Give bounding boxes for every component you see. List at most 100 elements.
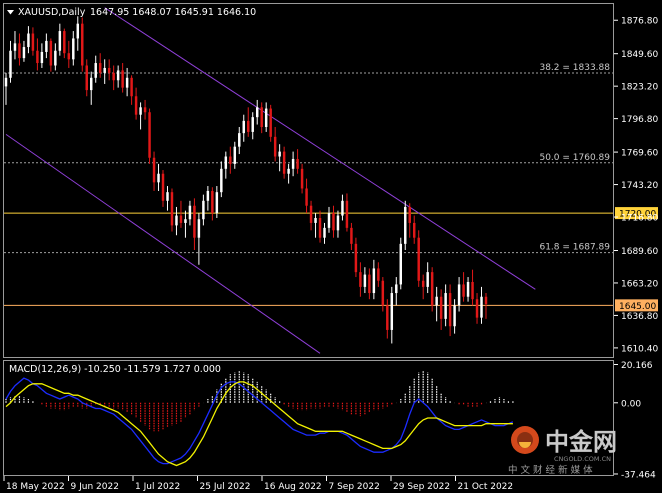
candle-down (354, 243, 358, 273)
candle-up (166, 192, 169, 201)
candle-down (152, 157, 156, 183)
fib-level-label: 38.2 = 1833.88 (539, 63, 610, 73)
candle-down (229, 156, 232, 164)
candle-down (247, 120, 250, 132)
candle-down (368, 274, 371, 294)
fib-level-label: 61.8 = 1687.89 (539, 243, 610, 253)
candle-up (40, 51, 44, 64)
price-tick-label: 1849.60 (621, 50, 658, 60)
candle-up (220, 168, 223, 193)
candle-down (161, 173, 165, 201)
price-chart[interactable]: 38.2 = 1833.88 50.0 = 1760.89 61.8 = 1687.… (0, 0, 662, 493)
candle-up (323, 227, 326, 238)
candle-down (211, 190, 214, 214)
candle-up (233, 146, 237, 164)
time-tick-label: 7 Sep 2022 (329, 482, 380, 492)
candle-down (31, 33, 35, 51)
candle-down (143, 107, 147, 113)
candle-down (148, 112, 151, 158)
candle-up (224, 156, 228, 169)
candle-up (175, 215, 178, 226)
candle-up (157, 173, 160, 183)
candle-up (390, 293, 394, 330)
candle-up (327, 213, 331, 228)
candle-down (345, 200, 349, 228)
macd-plot (5, 370, 514, 467)
brand-domain: CNGOLD.COM.CN (554, 455, 611, 463)
candle-up (54, 50, 57, 66)
candle-up (314, 218, 317, 223)
dropdown-icon[interactable] (7, 10, 14, 15)
time-axis: 18 May 2022 9 Jun 2022 1 Jul 2022 25 Jul 20… (3, 476, 514, 492)
candle-down (350, 227, 353, 244)
candle-up (395, 284, 398, 294)
brand-slogan: 中 文 财 经 新 媒 体 (508, 464, 593, 476)
price-tick-label: 1716.80 (621, 214, 658, 224)
price-tick-label: 1636.80 (621, 312, 658, 322)
price-tick-label: 1610.40 (621, 344, 658, 354)
candle-down (282, 151, 286, 174)
candle-up (399, 243, 402, 285)
candle-down (318, 218, 322, 238)
candle-down (134, 96, 138, 115)
candle-up (341, 200, 344, 216)
candle-down (112, 72, 115, 81)
candle-up (291, 158, 295, 169)
candle-down (421, 280, 425, 287)
time-tick-label: 29 Sep 2022 (393, 482, 450, 492)
candle-down (412, 222, 416, 238)
time-tick-label: 1 Jul 2022 (135, 482, 180, 492)
candle-down (179, 215, 183, 223)
candle-down (296, 158, 299, 169)
price-tick-label: 1823.20 (621, 83, 658, 93)
price-tick-label: 1743.20 (621, 181, 658, 191)
candle-down (260, 107, 263, 127)
time-tick-label: 25 Jul 2022 (200, 482, 251, 492)
level-lines: 38.2 = 1833.88 50.0 = 1760.89 61.8 = 1687.… (4, 63, 658, 312)
price-tick-label: 1769.60 (621, 149, 658, 159)
candle-up (372, 268, 376, 294)
candle-up (215, 192, 219, 214)
candle-up (426, 272, 429, 287)
candle-up (202, 200, 205, 220)
time-tick-label: 16 Aug 2022 (264, 482, 322, 492)
candle-down (359, 272, 362, 287)
channel-upper-line[interactable] (104, 7, 536, 290)
candle-down (448, 293, 452, 327)
channel-lower-line[interactable] (5, 133, 321, 354)
candle-up (103, 67, 106, 73)
fib-level-label: 50.0 = 1760.89 (539, 153, 610, 163)
candle-up (336, 215, 340, 231)
candle-down (193, 205, 196, 238)
trend-channel (5, 7, 536, 354)
candle-up (27, 33, 30, 48)
candle-up (242, 120, 245, 134)
candle-up (197, 219, 201, 238)
candle-up (363, 274, 367, 287)
candle-up (13, 43, 17, 51)
price-tick-label: 1876.80 (621, 17, 658, 27)
time-tick-label: 21 Oct 2022 (458, 482, 514, 492)
candle-up (466, 281, 470, 297)
candle-up (480, 296, 483, 318)
candle-down (67, 53, 71, 60)
candle-down (386, 305, 389, 330)
price-tick-label: 1796.80 (621, 115, 658, 125)
candle-up (116, 70, 120, 81)
candle-up (9, 50, 12, 78)
candle-up (76, 23, 80, 39)
candle-up (72, 38, 75, 60)
candle-down (269, 108, 272, 137)
candle-up (404, 206, 407, 244)
candle-up (58, 31, 62, 51)
price-tick-label: 1663.20 (621, 279, 658, 289)
candle-down (273, 136, 277, 157)
candle-up (435, 296, 438, 306)
macd-title: MACD(12,26,9) -10.250 -11.579 1.727 0.00… (9, 364, 221, 375)
candle-up (457, 284, 461, 306)
candle-down (377, 268, 380, 281)
candle-up (45, 40, 48, 52)
price-level-tag-label: 1645.00 (619, 302, 656, 312)
time-tick-label: 18 May 2022 (6, 482, 65, 492)
candle-down (98, 63, 102, 73)
